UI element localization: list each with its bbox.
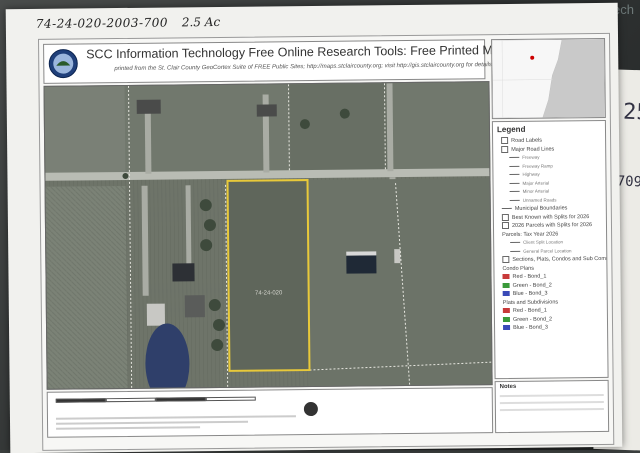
legend-item-label: Road Labels (511, 137, 543, 144)
legend-item-label: Parcels: Tax Year 2026 (502, 230, 559, 238)
legend-line-icon (509, 191, 520, 193)
map-footer (46, 387, 494, 438)
legend-items: Road Labels Major Road Lines Freeway Freewa… (493, 136, 607, 333)
legend-item-label: Freeway Ramp (522, 162, 553, 169)
legend-checkbox-icon (501, 213, 509, 221)
map-header: SCC Information Technology Free Online R… (43, 39, 507, 84)
legend-swatch-icon (502, 316, 510, 322)
legend-line-icon (510, 250, 521, 252)
legend-item-label: Sections, Plats, Condos and Sub Communit… (512, 255, 607, 263)
legend-item-label: Best Known with Splits for 2026 (511, 213, 590, 221)
legend-item-label: Client Split Location (523, 239, 563, 245)
legend-item: Blue - Bond_3 (495, 323, 607, 333)
parcel-number-label: 74-24-020 (255, 290, 283, 296)
legend-line-icon (510, 242, 521, 244)
legend-item-label: Freeway (522, 154, 540, 160)
legend-swatch-icon (502, 308, 510, 314)
legend-line-icon (509, 165, 520, 167)
legend-item-label: Major Arterial (522, 180, 550, 186)
legend-item-label: Plats and Subdivisions (502, 298, 559, 306)
legend-item-label: Green - Bond_2 (512, 316, 553, 323)
legend-item-label: Major Road Lines (511, 145, 555, 153)
legend-item-label: Red - Bond_1 (512, 307, 547, 314)
notes-title: Notes (499, 383, 517, 391)
notes-box: Notes (494, 379, 610, 434)
legend-checkbox-icon (501, 222, 510, 230)
legend-checkbox-icon (501, 137, 509, 145)
legend-line-icon (509, 182, 520, 184)
legend-item-label: Unnamed Roads (522, 196, 557, 203)
handwritten-acreage: 2.5 Ac (181, 14, 221, 30)
legend-line-icon (509, 199, 520, 201)
map-frame: SCC Information Technology Free Online R… (38, 32, 615, 451)
aerial-map: 74-24-020 (43, 81, 493, 390)
barn (346, 255, 377, 274)
legend-item-label: Minor Arterial (522, 188, 550, 194)
legend-title: Legend (496, 124, 526, 135)
county-seal-icon (48, 49, 78, 79)
legend-item-label: 2026 Parcels with Splits for 2026 (511, 222, 593, 229)
legend-item-label: Green - Bond_2 (512, 282, 552, 289)
north-arrow-icon (303, 401, 318, 417)
legend-line-icon (509, 174, 520, 176)
legend-item-label: General Parcel Location (523, 247, 572, 254)
handwritten-parcel-id: 74-24-020-2003-700 (35, 15, 169, 31)
map-subtitle: printed from the St. Clair County GeoCor… (114, 62, 494, 73)
legend-swatch-icon (502, 291, 510, 297)
locator-map (491, 37, 606, 120)
legend-swatch-icon (502, 282, 510, 288)
legend-item-label: Blue - Bond_3 (513, 324, 548, 331)
side-note-number-2: 709 (616, 173, 640, 191)
legend-checkbox-icon (502, 256, 510, 264)
legend-line-icon (509, 157, 520, 159)
disclaimer-block (55, 412, 296, 433)
legend-item-label: Highway (522, 171, 540, 177)
printed-map-sheet: 74-24-020-2003-700 2.5 Ac SCC Informatio… (5, 2, 623, 453)
scale-bar (55, 396, 256, 405)
legend-item-label: Municipal Boundaries (514, 205, 568, 212)
legend-item-label: Red - Bond_1 (512, 273, 547, 280)
legend-swatch-icon (503, 324, 511, 331)
legend-item-label: Condo Plans (502, 265, 534, 272)
legend-swatch-icon (502, 274, 510, 280)
map-title: SCC Information Technology Free Online R… (86, 42, 507, 62)
side-note-number: 25 (622, 99, 640, 126)
map-legend: Legend Road Labels Major Road Lines Freewa… (491, 119, 609, 380)
legend-checkbox-icon (501, 145, 509, 153)
legend-line-icon (501, 207, 512, 210)
legend-item-label: Blue - Bond_3 (512, 290, 548, 297)
